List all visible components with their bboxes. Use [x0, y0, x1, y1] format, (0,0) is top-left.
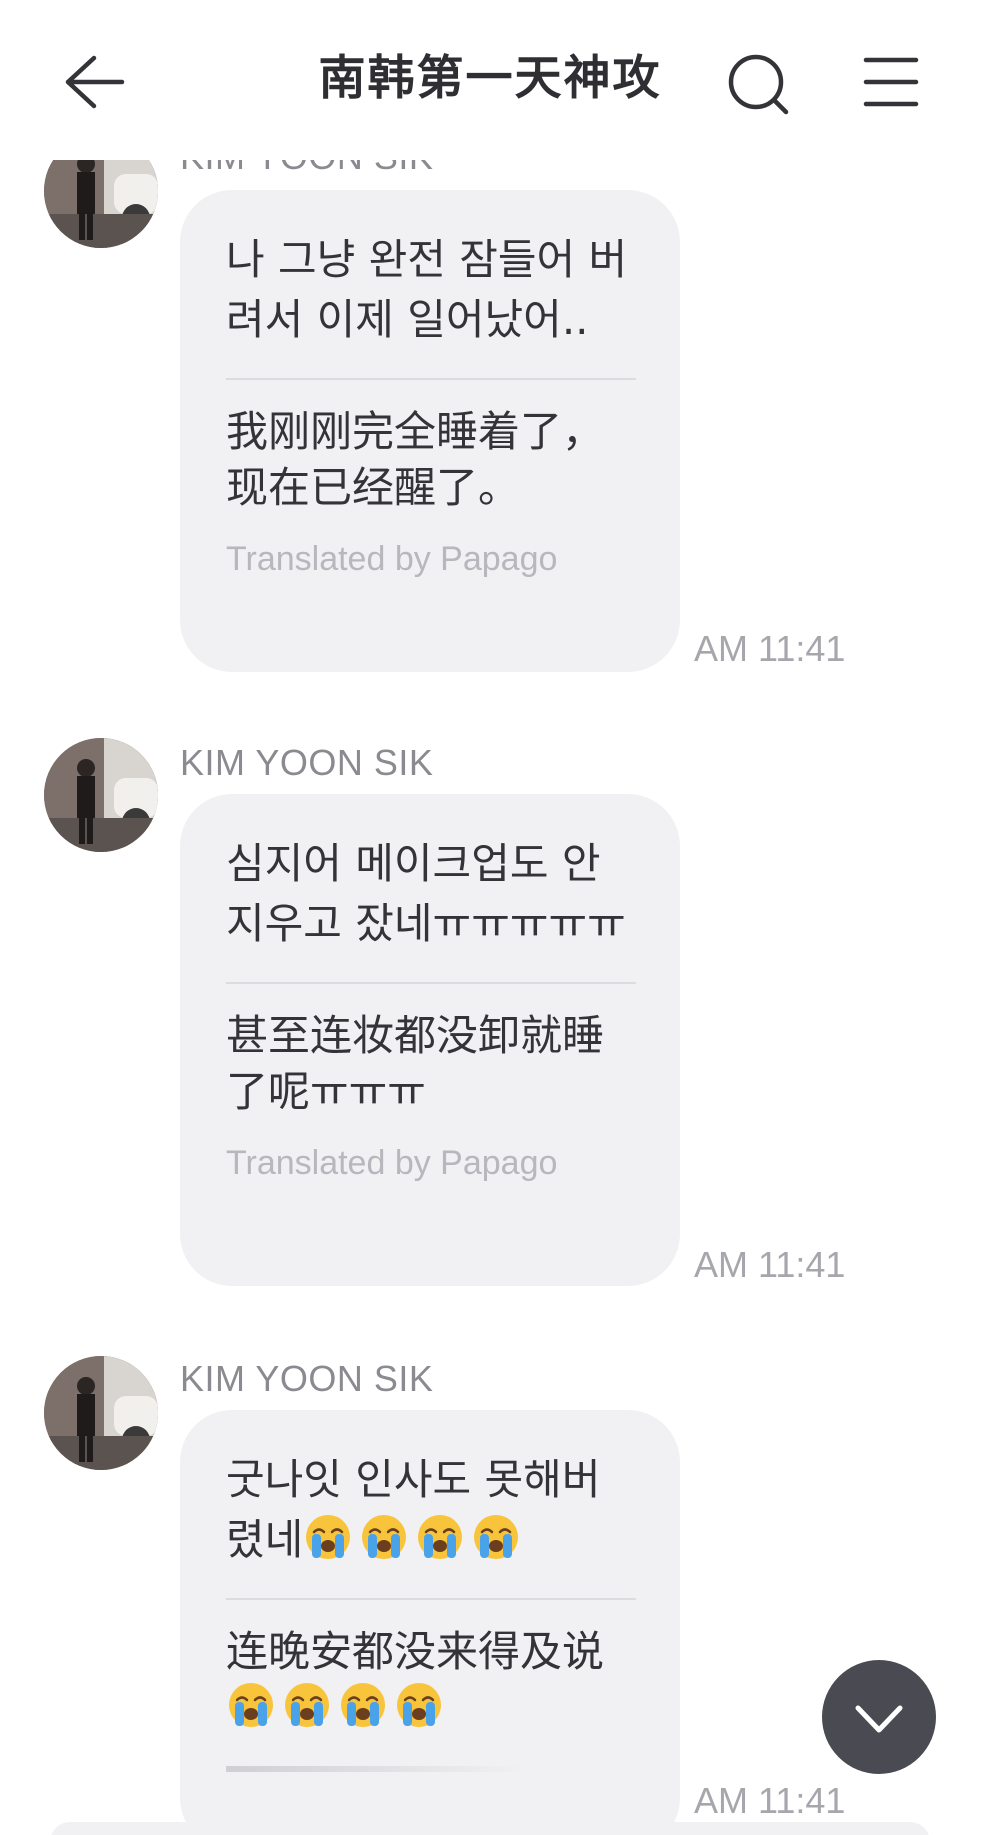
- avatar-photo: [44, 1356, 158, 1470]
- chat-title: 南韩第一天神攻: [318, 51, 662, 106]
- translated-text: 甚至连妆都没卸就睡了呢ㅠㅠㅠ: [226, 1011, 605, 1116]
- loudly-crying-face-icon: [285, 1683, 329, 1727]
- message-bubble[interactable]: 심지어 메이크업도 안 지우고 잤네ㅠㅠㅠㅠㅠ 甚至连妆都没卸就睡了呢ㅠㅠㅠ T…: [180, 794, 680, 1286]
- translated-text-content: 连晚安都没来得及说: [226, 1627, 605, 1676]
- translation-credit: Translated by Papago: [226, 1144, 558, 1182]
- avatar[interactable]: [44, 738, 158, 852]
- search-icon: [728, 54, 789, 115]
- message-bubble[interactable]: 나 그냥 완전 잠들어 버려서 이제 일어났어.. 我刚刚完全睡着了，现在已经醒…: [180, 190, 680, 672]
- loudly-crying-face-icon: [362, 1515, 407, 1559]
- original-text: 나 그냥 완전 잠들어 버려서 이제 일어났어..: [226, 235, 628, 344]
- loudly-crying-face-icon: [229, 1683, 273, 1727]
- translation-divider: [226, 982, 636, 984]
- original-text: 심지어 메이크업도 안 지우고 잤네ㅠㅠㅠㅠㅠ: [226, 839, 626, 948]
- sender-name: KIM YOON SIK: [180, 1358, 434, 1399]
- loudly-crying-face-icon: [474, 1515, 519, 1559]
- menu-button[interactable]: [862, 52, 922, 112]
- arrow-left-icon: [65, 55, 125, 109]
- chevron-down-icon: [855, 1705, 903, 1733]
- original-text: 굿나잇 인사도 못해버렸네: [226, 1450, 636, 1570]
- avatar-photo: [44, 738, 158, 852]
- hamburger-menu-icon: [863, 57, 919, 107]
- chat-header: 南韩第一天神攻: [0, 0, 981, 160]
- search-button[interactable]: [724, 50, 794, 120]
- emoji-group: [226, 1683, 450, 1732]
- message-time: AM 11:41: [694, 1780, 846, 1821]
- emoji-group: [303, 1515, 527, 1564]
- back-button[interactable]: [58, 50, 128, 114]
- scroll-to-bottom-button[interactable]: [822, 1660, 936, 1774]
- translated-text: 连晚安都没来得及说: [226, 1624, 636, 1736]
- next-message-peek: [50, 1822, 930, 1835]
- message-time: AM 11:41: [694, 628, 846, 669]
- chat-screen: 南韩第一天神攻 나 그냥 완전 잠들어 버려서 이제 일어났어.. 我刚刚完全睡…: [0, 0, 981, 1835]
- sender-name: KIM YOON SIK: [180, 742, 434, 783]
- translation-credit: Translated by Papago: [226, 540, 558, 578]
- loudly-crying-face-icon: [418, 1515, 463, 1559]
- avatar[interactable]: [44, 1356, 158, 1470]
- loudly-crying-face-icon: [397, 1683, 441, 1727]
- message-time: AM 11:41: [694, 1244, 846, 1285]
- loudly-crying-face-icon: [306, 1515, 351, 1559]
- loudly-crying-face-icon: [341, 1683, 385, 1727]
- translation-divider: [226, 1598, 636, 1600]
- translated-text: 我刚刚完全睡着了，现在已经醒了。: [226, 407, 605, 512]
- loading-indicator: [226, 1766, 526, 1772]
- translation-divider: [226, 378, 636, 380]
- message-bubble[interactable]: 굿나잇 인사도 못해버렸네 连晚安都没来得及说: [180, 1410, 680, 1835]
